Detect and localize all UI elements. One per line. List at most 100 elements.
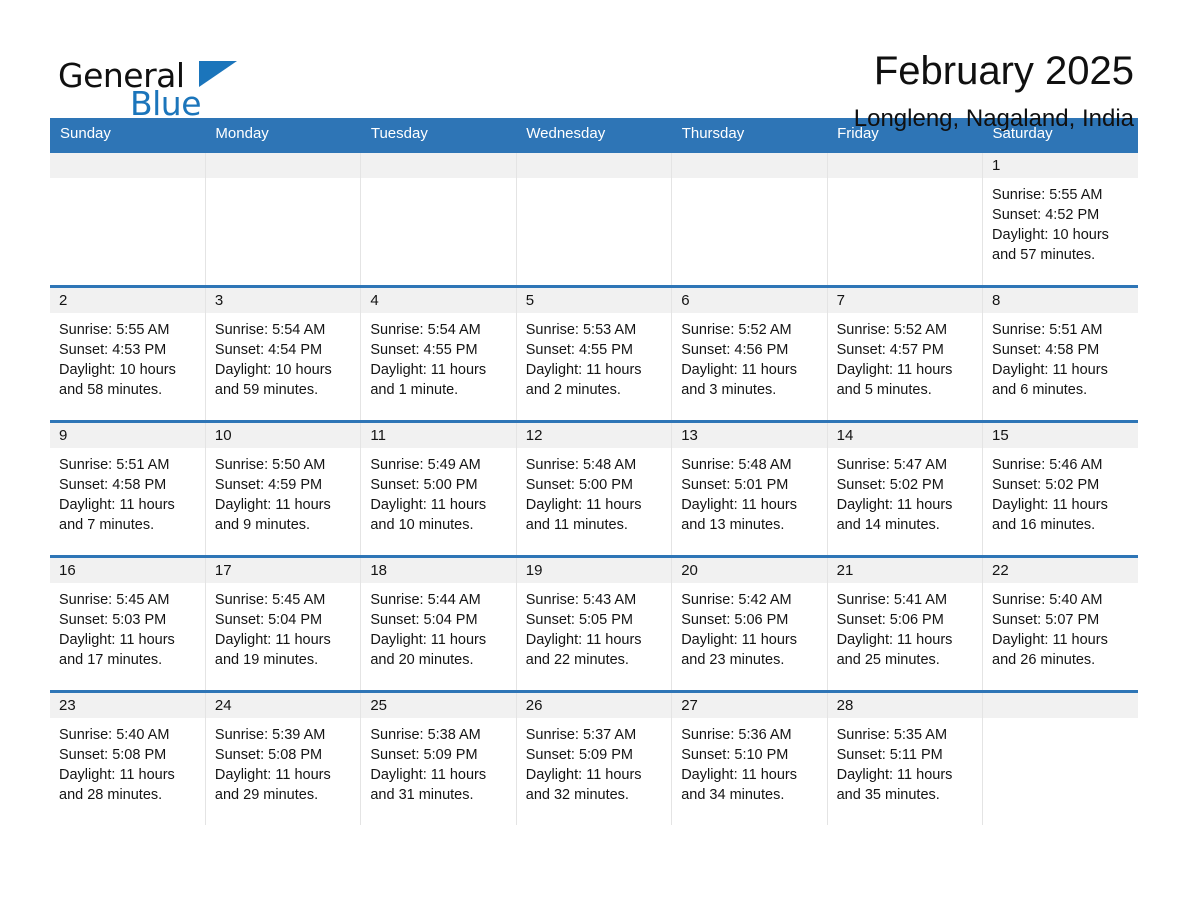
sunrise-text: Sunrise: 5:47 AM <box>836 457 948 473</box>
sunset-text: Sunset: 5:06 PM <box>836 612 944 628</box>
day-number: 19 <box>516 558 672 583</box>
calendar-day-cell[interactable]: 6 Sunrise: 5:52 AM Sunset: 4:56 PM Daylight… <box>671 285 828 422</box>
sunrise-text: Sunrise: 5:45 AM <box>214 592 326 608</box>
day-details: Sunrise: 5:55 AM Sunset: 4:52 PM Daylight:… <box>983 178 1138 265</box>
sunset-text: Sunset: 5:03 PM <box>59 612 167 628</box>
day-number <box>983 693 1138 718</box>
daylight-text: Daylight: 11 hours and 29 minutes. <box>214 767 331 803</box>
calendar-day-cell[interactable]: 1 Sunrise: 5:55 AM Sunset: 4:52 PM Daylight… <box>982 150 1138 287</box>
calendar-week-row: 1 Sunrise: 5:55 AM Sunset: 4:52 PM Daylight… <box>50 150 1138 287</box>
calendar-day-cell[interactable]: 17 Sunrise: 5:45 AM Sunset: 5:04 PM Dayligh… <box>205 555 362 692</box>
daylight-text: Daylight: 11 hours and 16 minutes. <box>992 497 1108 533</box>
calendar-day-cell[interactable]: 27 Sunrise: 5:36 AM Sunset: 5:10 PM Dayligh… <box>671 690 828 825</box>
daylight-text: Daylight: 11 hours and 9 minutes. <box>214 497 331 533</box>
day-number: 25 <box>361 693 516 718</box>
sunset-text: Sunset: 5:02 PM <box>992 477 1100 493</box>
sunrise-text: Sunrise: 5:48 AM <box>681 457 792 473</box>
sunset-text: Sunset: 5:10 PM <box>681 747 789 763</box>
sunrise-text: Sunrise: 5:36 AM <box>681 727 792 743</box>
calendar-day-cell[interactable]: 18 Sunrise: 5:44 AM Sunset: 5:04 PM Dayligh… <box>360 555 517 692</box>
calendar-day-cell[interactable]: 3 Sunrise: 5:54 AM Sunset: 4:54 PM Daylight… <box>205 285 362 422</box>
calendar-day-cell[interactable]: 13 Sunrise: 5:48 AM Sunset: 5:01 PM Dayligh… <box>671 420 828 557</box>
page-header: General Blue February 2025 Longleng, Nag… <box>50 0 1138 132</box>
day-details: Sunrise: 5:53 AM Sunset: 4:55 PM Daylight:… <box>517 313 671 400</box>
daylight-text: Daylight: 11 hours and 14 minutes. <box>836 497 953 533</box>
day-details: Sunrise: 5:54 AM Sunset: 4:54 PM Daylight:… <box>206 313 360 400</box>
calendar-day-cell[interactable]: 26 Sunrise: 5:37 AM Sunset: 5:09 PM Dayligh… <box>516 690 673 825</box>
weekday-header-monday: Monday <box>205 118 361 152</box>
calendar-day-cell[interactable]: 15 Sunrise: 5:46 AM Sunset: 5:02 PM Dayligh… <box>982 420 1138 557</box>
sunrise-text: Sunrise: 5:50 AM <box>214 457 326 473</box>
sunset-text: Sunset: 5:05 PM <box>525 612 633 628</box>
calendar-day-cell[interactable]: 12 Sunrise: 5:48 AM Sunset: 5:00 PM Dayligh… <box>516 420 673 557</box>
daylight-text: Daylight: 11 hours and 20 minutes. <box>370 632 487 668</box>
day-number: 17 <box>205 558 361 583</box>
day-details: Sunrise: 5:36 AM Sunset: 5:10 PM Daylight:… <box>672 718 826 805</box>
calendar-day-cell[interactable]: 20 Sunrise: 5:42 AM Sunset: 5:06 PM Dayligh… <box>671 555 828 692</box>
daylight-text: Daylight: 11 hours and 25 minutes. <box>836 632 953 668</box>
calendar-day-cell[interactable]: 21 Sunrise: 5:41 AM Sunset: 5:06 PM Dayligh… <box>827 555 984 692</box>
calendar-day-cell[interactable]: 5 Sunrise: 5:53 AM Sunset: 4:55 PM Daylight… <box>516 285 673 422</box>
daylight-text: Daylight: 11 hours and 34 minutes. <box>681 767 797 803</box>
sunset-text: Sunset: 5:00 PM <box>525 477 633 493</box>
daylight-text: Daylight: 10 hours and 58 minutes. <box>59 362 176 398</box>
calendar-day-cell[interactable]: 19 Sunrise: 5:43 AM Sunset: 5:05 PM Dayligh… <box>516 555 673 692</box>
generalblue-logo[interactable]: General Blue <box>50 48 310 123</box>
sunrise-text: Sunrise: 5:51 AM <box>992 322 1103 338</box>
sunrise-text: Sunrise: 5:55 AM <box>992 187 1103 203</box>
calendar-day-cell[interactable]: 23 Sunrise: 5:40 AM Sunset: 5:08 PM Dayligh… <box>50 690 206 825</box>
day-number: 27 <box>672 693 827 718</box>
sunrise-text: Sunrise: 5:48 AM <box>525 457 637 473</box>
calendar-body: 1 Sunrise: 5:55 AM Sunset: 4:52 PM Daylight… <box>50 150 1138 825</box>
day-number: 16 <box>50 558 205 583</box>
calendar-day-cell[interactable]: 16 Sunrise: 5:45 AM Sunset: 5:03 PM Dayligh… <box>50 555 206 692</box>
day-details: Sunrise: 5:41 AM Sunset: 5:06 PM Daylight:… <box>828 583 982 670</box>
calendar-day-cell[interactable]: 22 Sunrise: 5:40 AM Sunset: 5:07 PM Dayligh… <box>982 555 1138 692</box>
calendar-empty-cell <box>360 150 517 287</box>
calendar-day-cell[interactable]: 28 Sunrise: 5:35 AM Sunset: 5:11 PM Dayligh… <box>827 690 984 825</box>
day-number: 26 <box>516 693 672 718</box>
day-number: 10 <box>205 423 361 448</box>
daylight-text: Daylight: 11 hours and 3 minutes. <box>681 362 797 398</box>
day-details: Sunrise: 5:47 AM Sunset: 5:02 PM Daylight:… <box>828 448 982 535</box>
day-details: Sunrise: 5:45 AM Sunset: 5:03 PM Daylight:… <box>50 583 205 670</box>
day-number <box>205 153 361 178</box>
day-details: Sunrise: 5:52 AM Sunset: 4:57 PM Daylight:… <box>828 313 982 400</box>
daylight-text: Daylight: 11 hours and 19 minutes. <box>214 632 331 668</box>
calendar-day-cell[interactable]: 14 Sunrise: 5:47 AM Sunset: 5:02 PM Dayligh… <box>827 420 984 557</box>
sunset-text: Sunset: 4:59 PM <box>214 477 323 493</box>
daylight-text: Daylight: 11 hours and 31 minutes. <box>370 767 487 803</box>
day-number: 13 <box>672 423 827 448</box>
sunrise-text: Sunrise: 5:40 AM <box>992 592 1103 608</box>
logo-triangle-icon <box>199 61 237 87</box>
day-details: Sunrise: 5:48 AM Sunset: 5:01 PM Daylight:… <box>672 448 826 535</box>
calendar-table: Sunday Monday Tuesday Wednesday Thursday… <box>50 118 1138 825</box>
daylight-text: Daylight: 11 hours and 7 minutes. <box>59 497 175 533</box>
calendar-day-cell[interactable]: 4 Sunrise: 5:54 AM Sunset: 4:55 PM Daylight… <box>360 285 517 422</box>
calendar-day-cell[interactable]: 24 Sunrise: 5:39 AM Sunset: 5:08 PM Dayligh… <box>205 690 362 825</box>
day-details: Sunrise: 5:55 AM Sunset: 4:53 PM Daylight:… <box>50 313 205 400</box>
calendar-day-cell[interactable]: 2 Sunrise: 5:55 AM Sunset: 4:53 PM Daylight… <box>50 285 206 422</box>
day-number: 6 <box>672 288 827 313</box>
calendar-day-cell[interactable]: 10 Sunrise: 5:50 AM Sunset: 4:59 PM Dayligh… <box>205 420 362 557</box>
sunset-text: Sunset: 5:06 PM <box>681 612 789 628</box>
day-details: Sunrise: 5:40 AM Sunset: 5:08 PM Daylight:… <box>50 718 205 805</box>
day-details: Sunrise: 5:46 AM Sunset: 5:02 PM Daylight:… <box>983 448 1138 535</box>
day-number: 24 <box>205 693 361 718</box>
daylight-text: Daylight: 11 hours and 11 minutes. <box>525 497 642 533</box>
sunrise-text: Sunrise: 5:52 AM <box>836 322 948 338</box>
calendar-day-cell[interactable]: 9 Sunrise: 5:51 AM Sunset: 4:58 PM Daylight… <box>50 420 206 557</box>
daylight-text: Daylight: 11 hours and 2 minutes. <box>525 362 642 398</box>
calendar-page: General Blue February 2025 Longleng, Nag… <box>0 0 1188 918</box>
calendar-empty-cell <box>50 150 206 287</box>
day-details: Sunrise: 5:52 AM Sunset: 4:56 PM Daylight:… <box>672 313 826 400</box>
calendar-empty-cell <box>827 150 984 287</box>
calendar-day-cell[interactable]: 7 Sunrise: 5:52 AM Sunset: 4:57 PM Daylight… <box>827 285 984 422</box>
calendar-day-cell[interactable]: 11 Sunrise: 5:49 AM Sunset: 5:00 PM Dayligh… <box>360 420 517 557</box>
sunset-text: Sunset: 5:04 PM <box>214 612 323 628</box>
calendar-day-cell[interactable]: 8 Sunrise: 5:51 AM Sunset: 4:58 PM Daylight… <box>982 285 1138 422</box>
day-details: Sunrise: 5:44 AM Sunset: 5:04 PM Daylight:… <box>361 583 515 670</box>
calendar-day-cell[interactable]: 25 Sunrise: 5:38 AM Sunset: 5:09 PM Dayligh… <box>360 690 517 825</box>
day-details: Sunrise: 5:48 AM Sunset: 5:00 PM Daylight:… <box>517 448 671 535</box>
day-number: 23 <box>50 693 205 718</box>
